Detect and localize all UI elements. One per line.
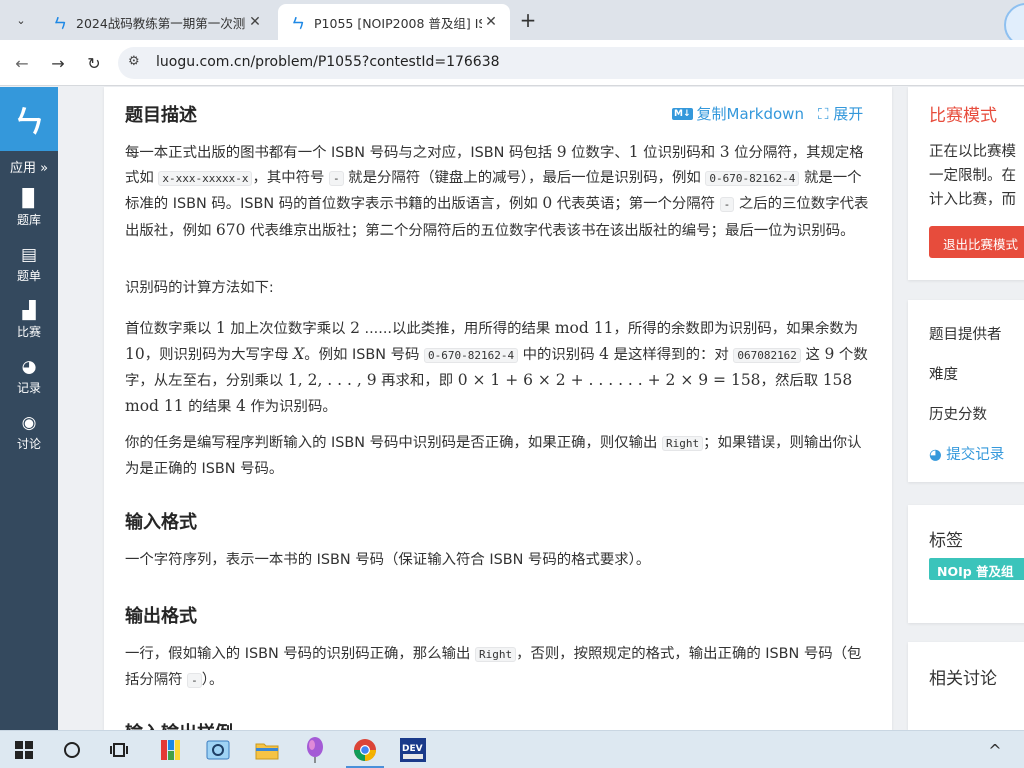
inline-code: x-xxx-xxxxx-x [158, 170, 253, 186]
task-view-icon[interactable] [104, 736, 134, 764]
inline-code: 0-670-82162-4 [423, 347, 519, 363]
description-paragraph-3: 首位数字乘以 1 加上次位数字乘以 2 ......以此类推，用所得的结果 mo… [125, 319, 868, 415]
file-explorer-icon[interactable] [252, 736, 282, 764]
sidebar-item-problemset[interactable]: ▉ 题库 [0, 189, 58, 228]
tab-close-icon[interactable]: ✕ [482, 13, 500, 31]
tags-title: 标签 [929, 531, 963, 551]
sidebar-item-label: 题库 [16, 213, 41, 227]
tags-card: 标签 NOIp 普及组 [908, 505, 1024, 623]
inline-code: - [187, 672, 202, 688]
bar-chart-icon: ▟ [22, 301, 36, 321]
sidebar-item-label: 讨论 [16, 437, 41, 451]
sidebar-item-label: 记录 [16, 381, 41, 395]
address-bar[interactable]: ⚙ luogu.com.cn/problem/P1055?contestId=1… [118, 47, 1024, 79]
browser-tab-strip: ⌄ ㄣ 2024战码教练第一期第一次测 ✕ ㄣ P1055 [NOIP2008 … [0, 0, 1024, 47]
inline-code: 067082162 [733, 347, 801, 363]
pie-chart-icon: ◕ [21, 357, 37, 377]
luogu-logo[interactable]: ㄣ [0, 87, 58, 151]
section-heading-input: 输入格式 [125, 512, 197, 533]
input-format-text: 一个字符序列，表示一本书的 ISBN 号码（保证输入符合 ISBN 号码的格式要… [125, 552, 651, 568]
copy-markdown-button[interactable]: M↓ 复制Markdown [672, 103, 804, 124]
tab-title: 2024战码教练第一期第一次测 [76, 15, 246, 31]
windows-taskbar: DEV ^ [0, 730, 1024, 768]
pie-chart-icon: ◕ [929, 447, 942, 463]
expand-icon: ⛶ [818, 105, 829, 123]
inline-code: - [328, 170, 344, 186]
svg-text:DEV: DEV [402, 744, 423, 754]
browser-toolbar: ← → ↻ ⚙ luogu.com.cn/problem/P1055?conte… [0, 40, 1024, 86]
back-button[interactable]: ← [10, 51, 34, 75]
description-paragraph-1: 每一本正式出版的图书都有一个 ISBN 号码与之对应，ISBN 码包括 9 位数… [125, 143, 869, 239]
photo-viewer-icon[interactable] [203, 736, 233, 764]
windows-start-icon[interactable] [9, 736, 39, 764]
browser-tab-problem[interactable]: ㄣ P1055 [NOIP2008 普及组] ISBN ✕ [278, 4, 510, 40]
submission-records-label: 提交记录 [946, 447, 1005, 463]
history-score-label: 历史分数 [929, 407, 987, 423]
section-heading-description: 题目描述 [125, 105, 197, 126]
problem-card: 题目描述 M↓ 复制Markdown ⛶ 展开 每一本正式出版的图书都有一个 I… [104, 87, 892, 730]
tray-overflow-caret-icon[interactable]: ^ [980, 736, 1010, 764]
tab-close-icon[interactable]: ✕ [246, 13, 264, 31]
inline-code: Right [662, 436, 704, 451]
related-discussion-title: 相关讨论 [929, 669, 997, 689]
tab-title: P1055 [NOIP2008 普及组] ISBN [314, 15, 482, 31]
description-paragraph-2: 识别码的计算方法如下: [125, 280, 274, 296]
problem-info-card: 题目提供者 难度 历史分数 ◕ 提交记录 [908, 300, 1024, 482]
sidebar-item-discuss[interactable]: ◉ 讨论 [0, 413, 58, 452]
contest-mode-text-line: 一定限制。在 [929, 168, 1016, 184]
copy-markdown-label: 复制Markdown [696, 105, 804, 123]
expand-label: 展开 [833, 105, 864, 123]
contest-mode-text-line: 正在以比赛模 [929, 144, 1016, 160]
sidebar-item-label: 比赛 [16, 325, 41, 339]
balloon-app-icon[interactable] [300, 736, 330, 764]
browser-tab-contest[interactable]: ㄣ 2024战码教练第一期第一次测 ✕ [40, 4, 274, 40]
section-heading-samples: 输入输出样例 [125, 719, 233, 730]
site-info-icon[interactable]: ⚙ [128, 54, 140, 69]
contest-mode-card: 比赛模式 正在以比赛模 一定限制。在 计入比赛，而 退出比赛模式 [908, 87, 1024, 280]
apps-menu-button[interactable]: 应用 » [0, 157, 58, 176]
exit-contest-mode-button[interactable]: 退出比赛模式 [929, 226, 1024, 258]
url-text[interactable]: luogu.com.cn/problem/P1055?contestId=176… [156, 54, 500, 70]
app-tile-icon[interactable] [155, 736, 185, 764]
markdown-icon: M↓ [672, 107, 693, 120]
luogu-favicon-icon: ㄣ [291, 16, 305, 32]
dev-cpp-icon[interactable]: DEV [398, 736, 428, 764]
difficulty-label: 难度 [929, 367, 958, 383]
contest-mode-title: 比赛模式 [929, 106, 997, 126]
tab-search-button[interactable]: ⌄ [8, 8, 34, 32]
chat-icon: ◉ [21, 413, 37, 433]
description-paragraph-4: 你的任务是编写程序判断输入的 ISBN 号码中识别码是否正确，如果正确，则仅输出… [125, 435, 862, 477]
sidebar-item-training[interactable]: ▤ 题单 [0, 245, 58, 284]
sidebar-item-contest[interactable]: ▟ 比赛 [0, 301, 58, 340]
new-tab-button[interactable]: + [516, 8, 540, 32]
discussion-card: 相关讨论 [908, 642, 1024, 730]
luogu-favicon-icon: ㄣ [53, 16, 67, 32]
book-icon: ▉ [22, 189, 36, 209]
inline-code: - [719, 197, 735, 212]
sidebar-item-label: 题单 [16, 269, 41, 283]
forward-button[interactable]: → [46, 51, 70, 75]
inline-code: Right [474, 647, 517, 662]
submission-records-link[interactable]: ◕ 提交记录 [929, 443, 1004, 464]
inline-code: 0-670-82162-4 [705, 170, 800, 186]
cortana-search-icon[interactable] [57, 736, 87, 764]
output-format-text: 一行，假如输入的 ISBN 号码的识别码正确，那么输出 Right ，否则，按照规… [125, 646, 862, 688]
luogu-sidebar: ㄣ 应用 » ▉ 题库 ▤ 题单 ▟ 比赛 ◕ 记录 ◉ 讨论 [0, 87, 58, 730]
sidebar-item-record[interactable]: ◕ 记录 [0, 357, 58, 396]
section-heading-output: 输出格式 [125, 606, 197, 627]
tag-noip-junior[interactable]: NOIp 普及组 [929, 558, 1024, 580]
contest-mode-text-line: 计入比赛，而 [929, 192, 1016, 208]
list-icon: ▤ [20, 245, 38, 265]
expand-button[interactable]: ⛶ 展开 [818, 103, 863, 124]
chrome-icon[interactable] [350, 736, 380, 764]
provider-label: 题目提供者 [929, 327, 1002, 343]
reload-button[interactable]: ↻ [82, 51, 106, 75]
